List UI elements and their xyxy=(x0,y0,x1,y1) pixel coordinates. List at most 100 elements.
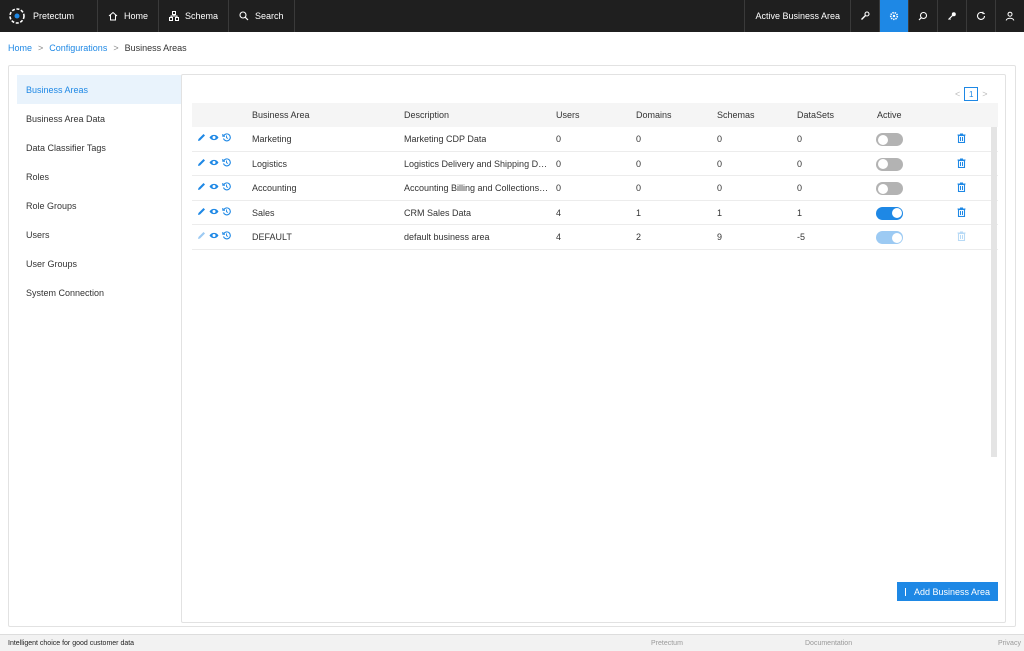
delete-trash-icon[interactable] xyxy=(957,182,966,194)
history-icon[interactable] xyxy=(222,182,231,191)
header-users[interactable]: Users xyxy=(556,110,580,120)
nav-home[interactable]: Home xyxy=(98,0,160,32)
user-button[interactable] xyxy=(995,0,1024,32)
history-icon[interactable] xyxy=(222,133,231,142)
active-toggle[interactable] xyxy=(876,206,903,220)
footer-link-privacy[interactable]: Privacy xyxy=(998,640,1021,647)
table-header: Business Area Description Users Domains … xyxy=(192,103,998,127)
sidebar-item-system-connection[interactable]: System Connection xyxy=(17,278,181,307)
button-divider xyxy=(904,587,906,596)
active-business-area-label[interactable]: Active Business Area xyxy=(744,0,850,32)
user-icon xyxy=(1005,11,1015,21)
toggle-knob xyxy=(877,159,888,169)
table-scrollbar[interactable] xyxy=(991,127,997,457)
nav-search[interactable]: Search xyxy=(229,0,295,32)
delete-trash-icon[interactable] xyxy=(957,207,966,219)
cell-description: Accounting Billing and Collections D... xyxy=(404,183,549,193)
wrench-button[interactable] xyxy=(850,0,879,32)
nav-home-label: Home xyxy=(124,11,149,21)
toggle-knob xyxy=(891,208,902,218)
breadcrumb-configurations[interactable]: Configurations xyxy=(49,43,107,53)
home-icon xyxy=(108,11,118,21)
brand[interactable]: Pretectum xyxy=(0,0,98,32)
cell-users: 4 xyxy=(556,207,562,218)
breadcrumb-separator: > xyxy=(113,43,119,53)
active-toggle[interactable] xyxy=(876,182,903,195)
sidebar-item-business-areas[interactable]: Business Areas xyxy=(17,75,181,104)
pager-page[interactable]: 1 xyxy=(964,87,979,101)
view-eye-icon[interactable] xyxy=(209,231,219,240)
cell-datasets: 0 xyxy=(797,158,803,169)
schema-icon xyxy=(169,11,180,21)
toggle-knob xyxy=(877,134,888,145)
sidebar-item-roles[interactable]: Roles xyxy=(17,162,181,191)
breadcrumb: Home > Configurations > Business Areas xyxy=(8,43,187,53)
cell-schemas: 9 xyxy=(717,232,723,242)
header-schemas[interactable]: Schemas xyxy=(717,110,755,120)
nav-schema[interactable]: Schema xyxy=(159,0,230,32)
cell-users: 0 xyxy=(556,158,562,169)
breadcrumb-current: Business Areas xyxy=(124,43,187,53)
sidebar-item-business-area-data[interactable]: Business Area Data xyxy=(17,104,181,133)
header-active[interactable]: Active xyxy=(877,110,902,120)
pagination: < 1 > xyxy=(955,87,988,101)
nav-search-label: Search xyxy=(255,11,284,21)
table-row: Marketing Marketing CDP Data 0 0 0 0 xyxy=(192,127,998,152)
edit-pencil-icon[interactable] xyxy=(197,207,206,216)
view-eye-icon[interactable] xyxy=(209,182,219,191)
magnify-button[interactable] xyxy=(908,0,937,32)
cell-schemas: 0 xyxy=(717,158,723,169)
search-icon xyxy=(239,11,249,21)
header-business-area[interactable]: Business Area xyxy=(252,110,310,120)
add-business-area-label: Add Business Area xyxy=(913,586,991,597)
wrench-icon xyxy=(861,11,870,20)
view-eye-icon[interactable] xyxy=(209,133,219,142)
table-body: Marketing Marketing CDP Data 0 0 0 0 Logistics… xyxy=(192,127,998,250)
history-icon[interactable] xyxy=(222,206,231,216)
edit-pencil-icon[interactable] xyxy=(197,133,206,142)
pager-next[interactable]: > xyxy=(982,89,987,99)
cell-description: default business area xyxy=(404,232,490,242)
add-business-area-button[interactable]: Add Business Area xyxy=(897,582,998,601)
cell-business-area: Sales xyxy=(252,207,275,218)
magnify-icon xyxy=(918,11,928,21)
breadcrumb-home[interactable]: Home xyxy=(8,43,32,53)
top-navbar: Pretectum Home Schema Search Active Busi… xyxy=(0,0,1024,32)
cell-datasets: 1 xyxy=(797,207,803,218)
cell-description: CRM Sales Data xyxy=(404,207,472,218)
history-icon[interactable] xyxy=(222,231,231,240)
pager-prev[interactable]: < xyxy=(955,89,960,99)
view-eye-icon[interactable] xyxy=(209,158,219,167)
row-actions xyxy=(197,231,231,240)
sidebar-item-role-groups[interactable]: Role Groups xyxy=(17,191,181,220)
sidebar-item-user-groups[interactable]: User Groups xyxy=(17,249,181,278)
active-toggle[interactable] xyxy=(876,157,903,171)
sidebar-item-data-classifier-tags[interactable]: Data Classifier Tags xyxy=(17,133,181,162)
key-button[interactable] xyxy=(937,0,966,32)
cell-datasets: 0 xyxy=(797,183,803,193)
active-toggle[interactable] xyxy=(876,133,903,146)
edit-pencil-icon[interactable] xyxy=(197,158,206,167)
edit-pencil-icon[interactable] xyxy=(197,231,206,240)
cell-description: Logistics Delivery and Shipping Data xyxy=(404,158,549,169)
edit-pencil-icon[interactable] xyxy=(197,182,206,191)
history-icon[interactable] xyxy=(222,157,231,167)
cell-schemas: 0 xyxy=(717,183,723,193)
delete-trash-icon[interactable] xyxy=(957,133,966,145)
footer-link-pretectum[interactable]: Pretectum xyxy=(651,640,683,647)
cell-business-area: DEFAULT xyxy=(252,232,292,242)
refresh-button[interactable] xyxy=(966,0,995,32)
settings-button[interactable] xyxy=(879,0,908,32)
row-actions xyxy=(197,182,231,191)
header-domains[interactable]: Domains xyxy=(636,110,672,120)
footer: Intelligent choice for good customer dat… xyxy=(0,634,1024,651)
cell-schemas: 1 xyxy=(717,207,723,218)
view-eye-icon[interactable] xyxy=(209,207,219,216)
row-actions xyxy=(197,157,231,167)
sidebar-item-users[interactable]: Users xyxy=(17,220,181,249)
cell-domains: 0 xyxy=(636,183,642,193)
header-description[interactable]: Description xyxy=(404,110,449,120)
header-datasets[interactable]: DataSets xyxy=(797,110,834,120)
delete-trash-icon[interactable] xyxy=(957,158,966,170)
footer-link-documentation[interactable]: Documentation xyxy=(805,640,852,647)
